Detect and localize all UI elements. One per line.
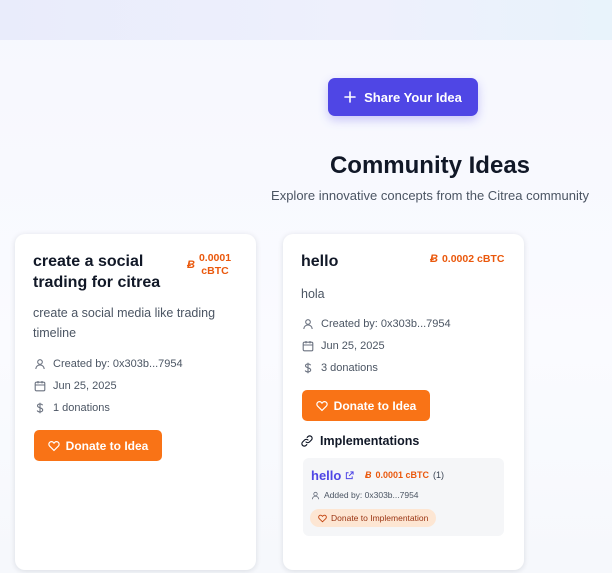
bitcoin-icon: Ƀ: [187, 258, 195, 271]
idea-title: create a social trading for citrea: [33, 253, 161, 291]
donate-to-implementation-label: Donate to Implementation: [331, 513, 429, 523]
idea-amount-value: 0.0002 cBTC: [441, 253, 505, 265]
donate-to-idea-label: Donate to Idea: [65, 438, 149, 453]
section-title: Community Ideas: [329, 152, 531, 179]
external-link-icon: [346, 471, 354, 480]
donate-to-implementation-button[interactable]: Donate to Implementation: [310, 509, 437, 527]
top-navigation-bar: [0, 0, 612, 40]
idea-creator-text: Created by: 0x303b...7954: [53, 358, 183, 370]
idea-creator: Created by: 0x303b...7954: [34, 358, 183, 370]
share-idea-button[interactable]: Share Your Idea: [328, 78, 478, 116]
dollar-icon: [304, 362, 312, 374]
idea-date: Jun 25, 2025: [302, 340, 385, 352]
implementation-link[interactable]: hello: [311, 468, 354, 483]
dollar-icon: [36, 402, 44, 414]
implementation-amount: Ƀ 0.0001 cBTC (1): [365, 470, 444, 480]
donate-to-idea-button[interactable]: Donate to Idea: [34, 430, 162, 461]
idea-donations: 1 donations: [34, 402, 110, 414]
user-icon: [311, 491, 320, 499]
idea-card: hello Ƀ 0.0002 cBTC hola Created by: 0x3…: [283, 234, 524, 570]
idea-card: create a social trading for citrea Ƀ 0.0…: [15, 234, 256, 570]
idea-donations-text: 3 donations: [321, 362, 378, 374]
user-icon: [303, 319, 313, 330]
implementation-name: hello: [311, 468, 342, 483]
implementation-author: Added by: 0x303b...7954: [311, 490, 419, 500]
calendar-icon: [34, 381, 46, 392]
idea-amount-value: 0.0001: [198, 252, 232, 264]
donate-to-idea-label: Donate to Idea: [333, 398, 417, 413]
idea-creator-text: Created by: 0x303b...7954: [321, 318, 451, 330]
implementation-amount-value: 0.0001 cBTC: [375, 470, 430, 480]
idea-amount: Ƀ 0.0002 cBTC: [430, 253, 504, 266]
idea-donations-text: 1 donations: [53, 402, 110, 414]
idea-donations: 3 donations: [302, 362, 378, 374]
user-icon: [35, 359, 45, 370]
share-idea-label: Share Your Idea: [364, 89, 462, 105]
heart-icon: [47, 440, 60, 451]
donate-to-idea-button[interactable]: Donate to Idea: [302, 390, 430, 421]
bitcoin-icon: Ƀ: [430, 253, 438, 265]
implementation-author-text: Added by: 0x303b...7954: [324, 490, 419, 500]
calendar-icon: [302, 341, 314, 352]
heart-icon: [318, 514, 327, 522]
implementations-heading-text: Implementations: [320, 434, 420, 448]
idea-creator: Created by: 0x303b...7954: [302, 318, 451, 330]
section-subtitle: Explore innovative concepts from the Cit…: [271, 188, 589, 203]
idea-date: Jun 25, 2025: [34, 380, 117, 392]
link-icon: [301, 435, 313, 447]
idea-title: hello: [301, 253, 339, 270]
idea-description: create a social media like trading timel…: [33, 306, 216, 340]
idea-amount-unit: cBTC: [201, 265, 229, 277]
implementation-donation-count: (1): [433, 470, 445, 480]
plus-icon: [344, 91, 356, 103]
bitcoin-icon: Ƀ: [365, 470, 372, 480]
idea-date-text: Jun 25, 2025: [321, 340, 385, 352]
idea-amount: Ƀ 0.0001 cBTC: [187, 252, 231, 278]
implementations-heading: Implementations: [301, 434, 419, 448]
heart-icon: [315, 400, 328, 411]
idea-description: hola: [301, 287, 325, 301]
idea-date-text: Jun 25, 2025: [53, 380, 117, 392]
implementation-item: hello Ƀ 0.0001 cBTC (1) Added by: 0x303b…: [303, 458, 504, 536]
